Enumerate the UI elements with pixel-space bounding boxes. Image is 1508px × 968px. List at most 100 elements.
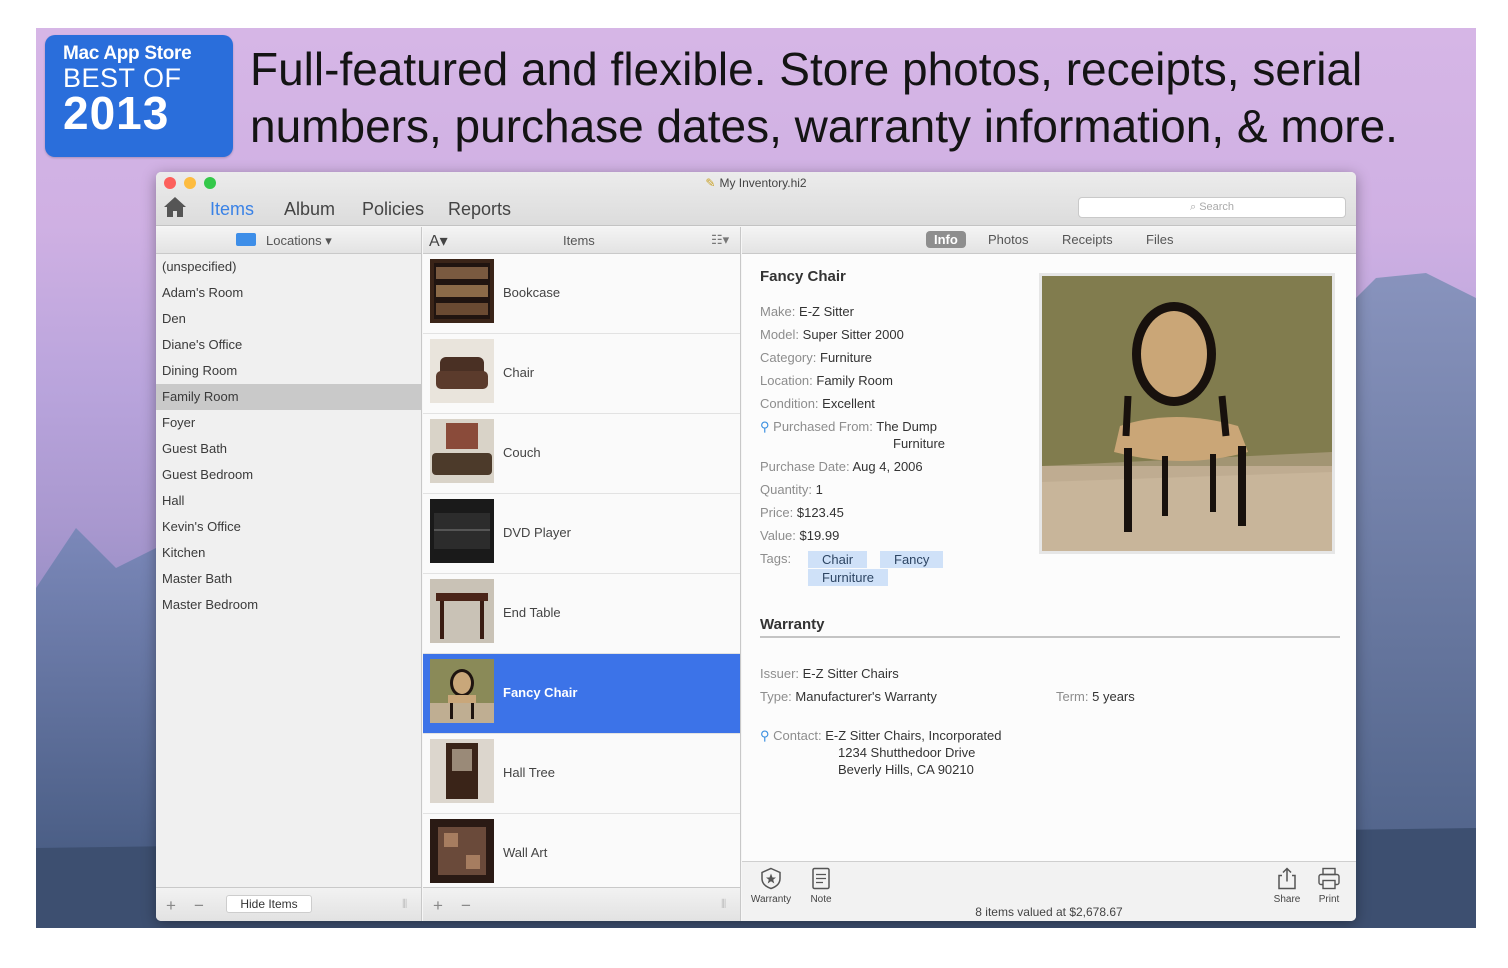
couch-thumbnail: [430, 419, 494, 483]
tag-chip[interactable]: Furniture: [808, 569, 889, 586]
warranty-button[interactable]: Warranty: [748, 866, 794, 905]
location-pin-icon[interactable]: ⚲: [760, 419, 770, 434]
end-table-thumbnail: [430, 579, 494, 643]
print-icon: [1318, 867, 1340, 890]
location-item[interactable]: Guest Bath: [156, 436, 421, 462]
tab-receipts[interactable]: Receipts: [1062, 232, 1113, 247]
list-item[interactable]: Chair: [423, 334, 740, 414]
search-field[interactable]: ⌕ Search: [1078, 197, 1346, 218]
condition-field: Condition: Excellent: [760, 396, 875, 411]
search-placeholder: Search: [1199, 201, 1235, 213]
note-button[interactable]: Note: [798, 866, 844, 905]
locations-bottom-bar: + − Hide Items ⦀: [156, 887, 422, 921]
tags-label: Tags:: [760, 551, 792, 566]
price-field: Price: $123.45: [760, 505, 844, 520]
location-item[interactable]: Den: [156, 306, 421, 332]
best-of-badge: Mac App Store BEST OF 2013: [45, 35, 233, 157]
warranty-icon: [761, 867, 781, 890]
add-item-button[interactable]: +: [433, 896, 443, 916]
tab-info[interactable]: Info: [926, 231, 966, 248]
category-field: Category: Furniture: [760, 350, 873, 365]
list-item[interactable]: Bookcase: [423, 254, 740, 334]
share-button[interactable]: Share: [1264, 866, 1310, 905]
detail-tabs: Info Photos Receipts Files: [742, 227, 1356, 254]
dvd-player-thumbnail: [430, 499, 494, 563]
print-button[interactable]: Print: [1306, 866, 1352, 905]
add-location-button[interactable]: +: [166, 896, 176, 916]
purchased-from-field: ⚲ Purchased From: The Dump: [760, 419, 937, 434]
tab-policies[interactable]: Policies: [362, 199, 424, 220]
warranty-type-field: Type: Manufacturer's Warranty: [760, 689, 937, 704]
warranty-term-field: Term: 5 years: [1056, 689, 1135, 704]
items-header-label: Items: [563, 233, 595, 248]
fancy-chair-thumbnail: [430, 659, 494, 723]
tag-chip[interactable]: Fancy: [880, 551, 944, 568]
item-name: Chair: [503, 365, 535, 380]
location-pin-icon[interactable]: ⚲: [760, 728, 770, 743]
remove-item-button[interactable]: −: [461, 896, 471, 916]
item-name: Hall Tree: [503, 765, 556, 780]
item-name: DVD Player: [503, 525, 571, 540]
location-item[interactable]: Hall: [156, 488, 421, 514]
search-icon: ⌕: [1189, 201, 1197, 213]
location-item[interactable]: Master Bedroom: [156, 592, 421, 618]
resize-grip-icon[interactable]: ⦀: [402, 897, 407, 912]
locations-label: Locations ▾: [266, 233, 332, 248]
window-titlebar: ✎ My Inventory.hi2 Items Album Policies R…: [156, 172, 1356, 226]
sort-button[interactable]: A▾: [429, 231, 448, 251]
warranty-heading: Warranty: [760, 616, 1340, 638]
warranty-contact-line-3: Beverly Hills, CA 90210: [838, 762, 974, 777]
list-item[interactable]: DVD Player: [423, 494, 740, 574]
location-item[interactable]: Foyer: [156, 410, 421, 436]
location-item[interactable]: (unspecified): [156, 254, 421, 280]
view-options-icon[interactable]: ☷▾: [711, 232, 729, 248]
home-icon[interactable]: [163, 196, 187, 218]
tab-files[interactable]: Files: [1146, 232, 1173, 247]
badge-line-1: Mac App Store: [63, 43, 192, 64]
item-name: Couch: [503, 445, 541, 460]
locations-icon: [236, 233, 256, 246]
hide-items-button[interactable]: Hide Items: [226, 895, 312, 913]
location-item-selected[interactable]: Family Room: [156, 384, 421, 410]
list-item[interactable]: End Table: [423, 574, 740, 654]
list-item-selected[interactable]: Fancy Chair: [423, 654, 740, 734]
item-detail: Fancy Chair Make: E-Z Sitter Model: Supe…: [742, 254, 1356, 861]
quantity-field: Quantity: 1: [760, 482, 823, 497]
location-item[interactable]: Diane's Office: [156, 332, 421, 358]
make-field: Make: E-Z Sitter: [760, 304, 854, 319]
items-list: Bookcase Chair Couch DVD Player End Tabl…: [423, 254, 741, 887]
list-item[interactable]: Wall Art: [423, 814, 740, 887]
promo-headline: Full-featured and flexible. Store photos…: [250, 43, 1398, 152]
location-item[interactable]: Kitchen: [156, 540, 421, 566]
badge-year: 2013: [63, 87, 170, 139]
location-item[interactable]: Adam's Room: [156, 280, 421, 306]
app-window: ✎ My Inventory.hi2 Items Album Policies R…: [156, 172, 1356, 921]
tab-items[interactable]: Items: [210, 199, 254, 220]
list-item[interactable]: Hall Tree: [423, 734, 740, 814]
item-name: Bookcase: [503, 285, 561, 300]
location-item[interactable]: Kevin's Office: [156, 514, 421, 540]
locations-header[interactable]: Locations ▾: [156, 227, 422, 254]
location-item[interactable]: Guest Bedroom: [156, 462, 421, 488]
tab-album[interactable]: Album: [284, 199, 335, 220]
note-icon: [812, 867, 830, 890]
window-title: ✎ My Inventory.hi2: [705, 176, 807, 190]
item-title: Fancy Chair: [760, 268, 846, 285]
share-icon: [1278, 867, 1296, 890]
inventory-status: 8 items valued at $2,678.67: [975, 905, 1123, 919]
item-name: Wall Art: [503, 845, 548, 860]
items-bottom-bar: + − ⦀: [423, 887, 741, 921]
location-field: Location: Family Room: [760, 373, 893, 388]
item-photo[interactable]: [1039, 273, 1335, 554]
resize-grip-icon[interactable]: ⦀: [721, 897, 726, 912]
tab-photos[interactable]: Photos: [988, 232, 1028, 247]
location-item[interactable]: Master Bath: [156, 566, 421, 592]
item-name: End Table: [503, 605, 561, 620]
list-item[interactable]: Couch: [423, 414, 740, 494]
purchase-date-field: Purchase Date: Aug 4, 2006: [760, 459, 923, 474]
tag-chip[interactable]: Chair: [808, 551, 868, 568]
tab-reports[interactable]: Reports: [448, 199, 511, 220]
remove-location-button[interactable]: −: [194, 896, 204, 916]
model-field: Model: Super Sitter 2000: [760, 327, 904, 342]
location-item[interactable]: Dining Room: [156, 358, 421, 384]
